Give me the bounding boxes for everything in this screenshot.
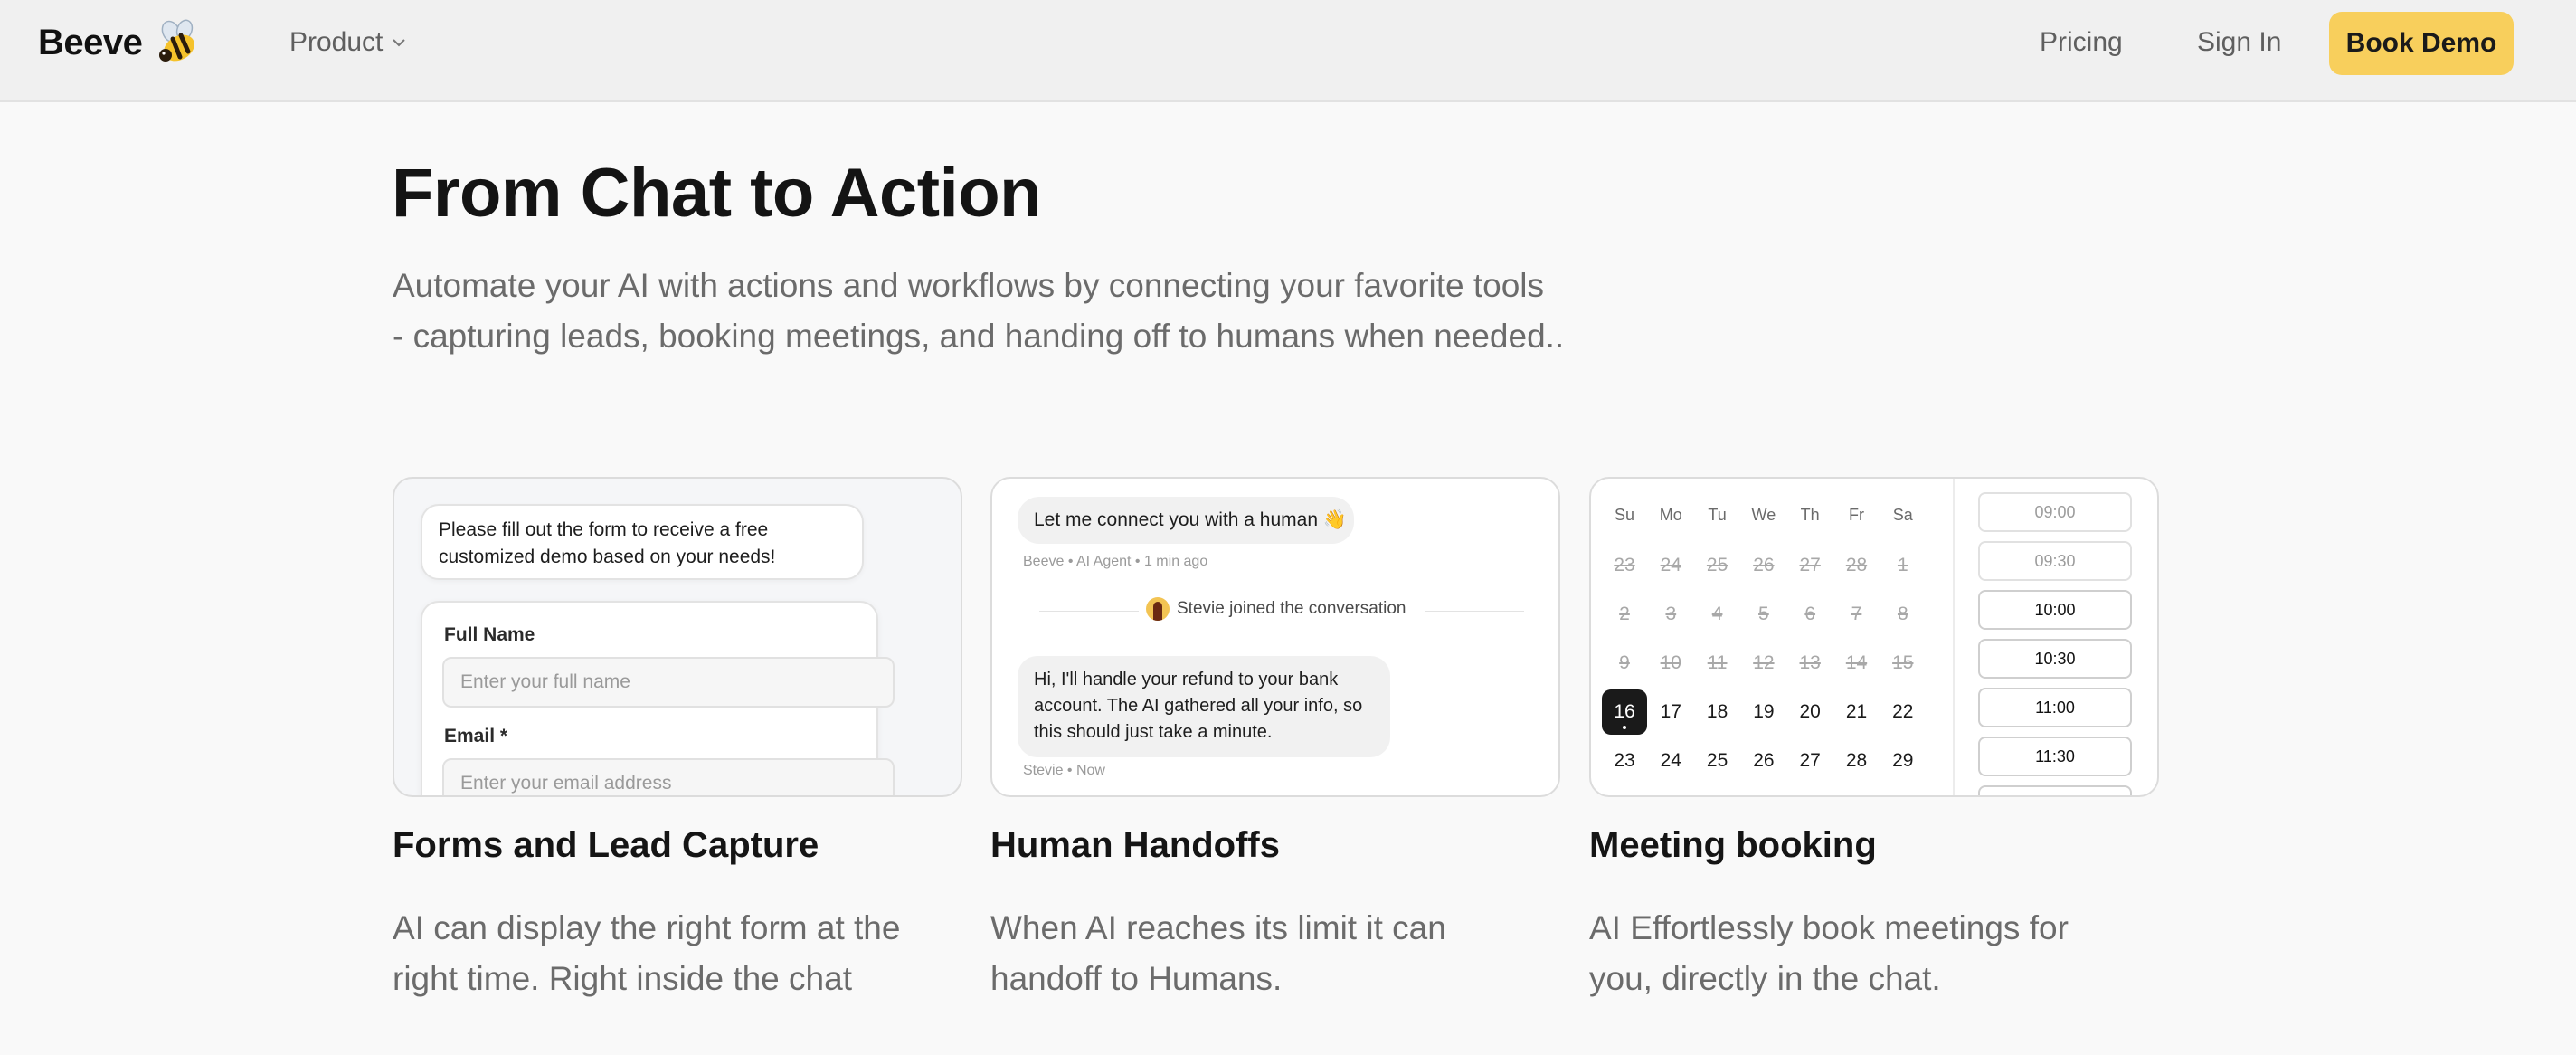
calendar-day: 4 (1711, 604, 1723, 624)
bee-icon (159, 19, 195, 62)
time-slot-button[interactable]: 11:00 (1978, 688, 2132, 727)
calendar-day: 15 (1892, 652, 1914, 673)
calendar-day[interactable]: 27 (1787, 738, 1833, 784)
time-slot-button[interactable]: 10:00 (1978, 590, 2132, 630)
calendar-day: 1 (1897, 555, 1908, 575)
time-slot-button[interactable]: 10:30 (1978, 639, 2132, 679)
email-field[interactable] (442, 758, 895, 795)
human-message-line-3: this should just take a minute. (1034, 722, 1273, 742)
subtitle-line-2: - capturing leads, booking meetings, and… (393, 318, 1565, 355)
nav-pricing-link[interactable]: Pricing (2040, 27, 2123, 58)
calendar-day: 9 (1619, 652, 1630, 673)
handoff-feature-title: Human Handoffs (990, 825, 1280, 865)
handoff-preview-card: Let me connect you with a human 👋 Beeve … (990, 477, 1560, 797)
weekday-header: Th (1800, 506, 1820, 524)
divider-right (1425, 611, 1524, 612)
calendar-day[interactable]: 29 (1880, 738, 1926, 784)
calendar-day: 11 (1707, 652, 1728, 673)
calendar-day[interactable]: 18 (1695, 689, 1740, 735)
ai-message-bubble: Let me connect you with a human 👋 (1018, 497, 1354, 544)
calendar-day: 7 (1851, 604, 1862, 624)
calendar-day: 14 (1845, 652, 1868, 673)
nav-product-label: Product (289, 27, 384, 57)
calendar-day[interactable]: 24 (1648, 738, 1693, 784)
lead-form: Full Name Email * (421, 601, 895, 795)
handoff-desc-line-1: When AI reaches its limit it can (990, 909, 1446, 946)
meeting-feature-title: Meeting booking (1589, 825, 1877, 865)
handoff-feature-description: When AI reaches its limit it can handoff… (990, 903, 1551, 1004)
calendar-day: 10 (1660, 652, 1681, 673)
subtitle-line-1: Automate your AI with actions and workfl… (393, 267, 1545, 304)
calendar-day[interactable]: 28 (1834, 738, 1880, 784)
calendar-day[interactable]: 20 (1787, 689, 1833, 735)
human-message-meta: Stevie • Now (1023, 763, 1105, 778)
weekday-header: Mo (1659, 506, 1682, 524)
ai-message-meta: Beeve • AI Agent • 1 min ago (1023, 554, 1208, 569)
divider-left (1039, 611, 1139, 612)
full-name-label: Full Name (444, 624, 535, 645)
calendar-day[interactable]: 22 (1880, 689, 1926, 735)
calendar-day: 24 (1660, 555, 1681, 575)
time-slot-button[interactable] (1978, 785, 2132, 795)
calendar-day[interactable]: 17 (1648, 689, 1693, 735)
calendar-day[interactable]: 23 (1602, 738, 1647, 784)
weekday-header: Fr (1849, 506, 1864, 524)
calendar-day: 5 (1758, 604, 1769, 624)
calendar-day: 23 (1614, 555, 1635, 575)
calendar-day: 12 (1753, 652, 1775, 673)
brand-name[interactable]: Beeve (38, 23, 143, 63)
calendar-day: 25 (1706, 555, 1728, 575)
meeting-desc-line-1: AI Effortlessly book meetings for (1589, 909, 2069, 946)
handoff-desc-line-2: handoff to Humans. (990, 960, 1283, 997)
avatar (1146, 597, 1170, 621)
human-message-line-1: Hi, I'll handle your refund to your bank (1034, 670, 1339, 689)
calendar-day: 26 (1753, 555, 1775, 575)
logo[interactable]: Beeve (38, 19, 202, 66)
navbar: Beeve Product Pricing Sign In Book Demo (0, 0, 2576, 102)
agent-joined-text: Stevie joined the conversation (1177, 599, 1406, 618)
forms-preview-card: Please fill out the form to receive a fr… (393, 477, 962, 797)
human-message-line-2: account. The AI gathered all your info, … (1034, 696, 1363, 716)
page-title: From Chat to Action (392, 155, 1042, 232)
forms-desc-line-2: right time. Right inside the chat (393, 960, 852, 997)
calendar-day: 6 (1804, 604, 1816, 624)
calendar-day: 13 (1799, 652, 1821, 673)
forms-feature-title: Forms and Lead Capture (393, 825, 819, 865)
calendar-day: 27 (1799, 555, 1821, 575)
calendar-day: 28 (1845, 555, 1868, 575)
meeting-preview-card: Su Mo Tu We Th Fr Sa 23 24 25 26 27 28 1 2 3 4 5 6 7 8 9 10 11 1… (1589, 477, 2159, 797)
meeting-desc-line-2: you, directly in the chat. (1589, 960, 1941, 997)
meeting-feature-description: AI Effortlessly book meetings for you, d… (1589, 903, 2150, 1004)
form-prompt-line-1: Please fill out the form to receive a fr… (439, 519, 769, 540)
calendar-day[interactable]: 25 (1695, 738, 1740, 784)
form-prompt-bubble: Please fill out the form to receive a fr… (421, 504, 864, 580)
calendar-day: 3 (1665, 604, 1677, 624)
calendar-day[interactable]: 21 (1834, 689, 1880, 735)
time-slot-button: 09:30 (1978, 541, 2132, 581)
weekday-header: Tu (1708, 506, 1727, 524)
human-message-bubble: Hi, I'll handle your refund to your bank… (1018, 656, 1390, 757)
book-demo-button[interactable]: Book Demo (2329, 12, 2514, 75)
calendar-day[interactable]: 19 (1741, 689, 1786, 735)
weekday-header: Su (1614, 506, 1635, 524)
calendar-day-selected[interactable]: 16 (1602, 689, 1647, 735)
full-name-field[interactable] (442, 657, 895, 708)
email-label: Email * (444, 726, 508, 746)
forms-desc-line-1: AI can display the right form at the (393, 909, 901, 946)
form-prompt-line-2: customized demo based on your needs! (439, 547, 776, 567)
calendar-day: 8 (1897, 604, 1908, 624)
page-subtitle: Automate your AI with actions and workfl… (393, 261, 1659, 362)
calendar-day[interactable]: 26 (1741, 738, 1786, 784)
chevron-down-icon (393, 39, 406, 47)
weekday-header: Sa (1892, 506, 1913, 524)
calendar-divider (1953, 479, 1955, 795)
nav-signin-link[interactable]: Sign In (2197, 27, 2281, 58)
time-slot-button[interactable]: 11:30 (1978, 737, 2132, 776)
time-slot-button: 09:00 (1978, 492, 2132, 532)
nav-product-menu[interactable]: Product (289, 27, 406, 58)
forms-feature-description: AI can display the right form at the rig… (393, 903, 953, 1004)
weekday-header: We (1751, 506, 1776, 524)
calendar-day: 2 (1619, 604, 1630, 624)
agent-joined-notice: Stevie joined the conversation (1146, 597, 1406, 621)
